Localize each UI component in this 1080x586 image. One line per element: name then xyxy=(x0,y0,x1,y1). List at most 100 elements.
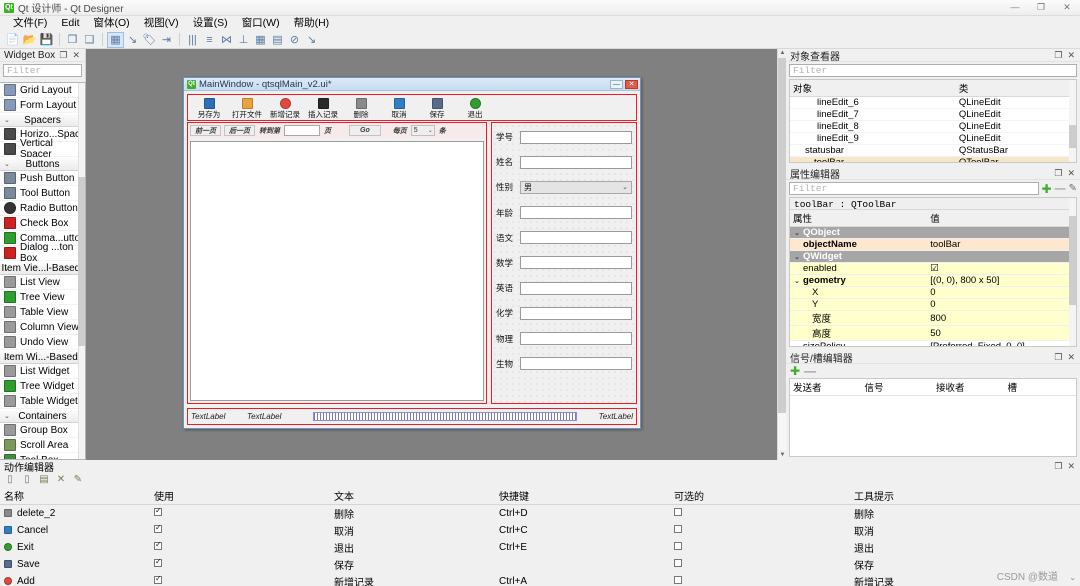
object-inspector-close-icon[interactable]: ✕ xyxy=(1067,50,1075,61)
add-connection-icon[interactable]: ✚ xyxy=(790,365,800,377)
action-column-header-1[interactable]: 使用 xyxy=(150,487,330,505)
layout-horizontal-icon[interactable]: ||| xyxy=(184,32,201,48)
property-row[interactable]: 宽度 800 xyxy=(790,310,1076,326)
form-toolbar-button-7[interactable]: 退出 xyxy=(456,96,494,119)
object-inspector-scroll-thumb[interactable] xyxy=(1069,125,1076,149)
edit-action-icon[interactable]: ✎ xyxy=(72,474,84,485)
property-editor-scroll-thumb[interactable] xyxy=(1069,215,1076,305)
form-field-input-学号[interactable] xyxy=(520,130,632,144)
action-checkable-cell[interactable] xyxy=(670,505,850,523)
widget-item-23[interactable]: Group Box xyxy=(0,423,85,438)
property-row[interactable]: ⌄sizePolicy[Preferred, Fixed, 0, 0] xyxy=(790,340,1076,346)
property-row[interactable]: ⌄ QWidget xyxy=(790,250,1076,263)
property-value[interactable]: 50 xyxy=(927,325,1076,341)
widget-item-15[interactable]: Table View xyxy=(0,305,85,320)
layout-splitter-v-icon[interactable]: ⊥ xyxy=(235,32,252,48)
action-column-header-2[interactable]: 文本 xyxy=(330,487,495,505)
property-row[interactable]: ⌄ QObject xyxy=(790,226,1076,239)
widget-item-16[interactable]: Column View xyxy=(0,320,85,335)
chevron-down-icon[interactable]: ⌄ xyxy=(794,343,803,346)
layout-grid-icon[interactable]: ▦ xyxy=(252,32,269,48)
widget-item-0[interactable]: Grid Layout xyxy=(0,83,85,98)
form-field-input-姓名[interactable] xyxy=(520,155,632,169)
edit-widgets-icon[interactable]: ▦ xyxy=(107,31,124,48)
chevron-down-icon[interactable]: ⌄ xyxy=(794,229,803,237)
checkable-checkbox[interactable] xyxy=(674,559,682,567)
signal-column-header-3[interactable]: 槽 xyxy=(1004,379,1076,396)
signal-column-header-2[interactable]: 接收者 xyxy=(933,379,1005,396)
property-editor-filter-input[interactable]: Filter xyxy=(789,182,1039,195)
form-field-input-数学[interactable] xyxy=(520,256,632,270)
signal-slot-table-wrap[interactable]: 发送者 信号 接收者槽 xyxy=(789,378,1077,457)
widget-item-4[interactable]: Vertical Spacer xyxy=(0,138,85,160)
action-row[interactable]: delete_2 删除 Ctrl+D 删除 xyxy=(0,505,1080,523)
object-inspector-filter-input[interactable]: Filter xyxy=(789,64,1077,77)
form-toolbar-button-2[interactable]: 新增记录 xyxy=(266,96,304,119)
widget-item-19[interactable]: List Widget xyxy=(0,364,85,379)
used-checkbox[interactable] xyxy=(154,523,162,533)
action-checkable-cell[interactable] xyxy=(670,522,850,539)
action-row[interactable]: Cancel 取消 Ctrl+C 取消 xyxy=(0,522,1080,539)
property-value[interactable]: 0 xyxy=(927,298,1076,311)
action-column-header-4[interactable]: 可选的 xyxy=(670,487,850,505)
form-field-combo-性别[interactable]: 男 ⌄ xyxy=(520,180,632,194)
records-table-view[interactable] xyxy=(190,141,484,401)
action-used-cell[interactable] xyxy=(150,522,330,539)
used-checkbox[interactable] xyxy=(154,540,162,550)
widget-item-1[interactable]: Form Layout xyxy=(0,98,85,113)
action-column-header-5[interactable]: 工具提示 xyxy=(850,487,1080,505)
property-value[interactable]: 0 xyxy=(927,286,1076,299)
object-inspector-float-icon[interactable]: ❐ xyxy=(1054,50,1062,61)
menu-item-3[interactable]: 视图(V) xyxy=(137,16,186,31)
copy-icon[interactable]: ❐ xyxy=(64,32,81,48)
checkable-checkbox[interactable] xyxy=(674,576,682,584)
widget-box-scrollbar[interactable] xyxy=(78,83,85,459)
widget-item-20[interactable]: Tree Widget xyxy=(0,379,85,394)
property-value[interactable]: ☑ xyxy=(927,262,1076,275)
save-form-icon[interactable]: 💾 xyxy=(38,32,55,48)
edit-signals-icon[interactable]: ↘ xyxy=(124,32,141,48)
adjust-size-icon[interactable]: ↘ xyxy=(303,32,320,48)
maximize-button[interactable]: ❐ xyxy=(1028,2,1054,13)
property-value[interactable]: [(0, 0), 800 x 50] xyxy=(927,274,1076,287)
action-editor-close-icon[interactable]: ✕ xyxy=(1067,461,1075,472)
action-used-cell[interactable] xyxy=(150,556,330,573)
property-column-header-0[interactable]: 属性 xyxy=(790,210,928,227)
object-row[interactable]: lineEdit_8 QLineEdit xyxy=(790,120,1076,133)
property-value[interactable] xyxy=(927,226,1076,239)
go-button[interactable]: Go xyxy=(349,125,381,136)
open-form-icon[interactable]: 📂 xyxy=(21,32,38,48)
property-value[interactable]: 800 xyxy=(927,310,1076,326)
form-toolbar-button-5[interactable]: 取消 xyxy=(380,96,418,119)
configure-property-icon[interactable]: ✎ xyxy=(1069,183,1077,194)
widget-category-2[interactable]: ⌄ Spacers xyxy=(0,113,85,127)
paste-icon[interactable]: ❑ xyxy=(81,32,98,48)
form-field-input-物理[interactable] xyxy=(520,332,632,345)
mainwindow-form[interactable]: Qt MainWindow - qtsqlMain_v2.ui* — ✕ 另存为… xyxy=(183,77,641,429)
action-row[interactable]: Add新增记录Ctrl+A新增记录 xyxy=(0,573,1080,586)
layout-vertical-icon[interactable]: ≡ xyxy=(201,32,218,48)
object-row[interactable]: lineEdit_7 QLineEdit xyxy=(790,108,1076,121)
form-toolbar-button-3[interactable]: 插入记录 xyxy=(304,96,342,119)
widget-item-8[interactable]: Radio Button xyxy=(0,201,85,216)
layout-splitter-h-icon[interactable]: ⋈ xyxy=(218,32,235,48)
widget-item-21[interactable]: Table Widget xyxy=(0,394,85,409)
object-row[interactable]: statusbar QStatusBar xyxy=(790,144,1076,157)
widget-item-9[interactable]: Check Box xyxy=(0,216,85,231)
menu-item-0[interactable]: 文件(F) xyxy=(6,16,54,31)
form-field-input-语文[interactable] xyxy=(520,231,632,245)
page-number-input[interactable] xyxy=(284,125,320,136)
chevron-down-icon[interactable]: ⌄ xyxy=(794,253,803,261)
action-used-cell[interactable] xyxy=(150,539,330,556)
action-row[interactable]: Exit 退出 Ctrl+E 退出 xyxy=(0,539,1080,556)
delete-action-icon[interactable]: ✕ xyxy=(55,474,67,485)
chevron-down-icon[interactable]: ⌄ xyxy=(805,159,814,162)
canvas-scroll-thumb[interactable] xyxy=(778,58,786,413)
menu-item-1[interactable]: Edit xyxy=(54,16,86,31)
signal-column-header-1[interactable]: 信号 xyxy=(861,379,933,396)
form-field-input-年龄[interactable] xyxy=(520,206,632,220)
widget-box-scroll-thumb[interactable] xyxy=(78,177,85,347)
action-editor-float-icon[interactable]: ❐ xyxy=(1054,461,1062,472)
property-column-header-1[interactable]: 值 xyxy=(927,210,1076,227)
bottom-scroll-arrow-icon[interactable]: ⌄ xyxy=(1069,573,1076,582)
